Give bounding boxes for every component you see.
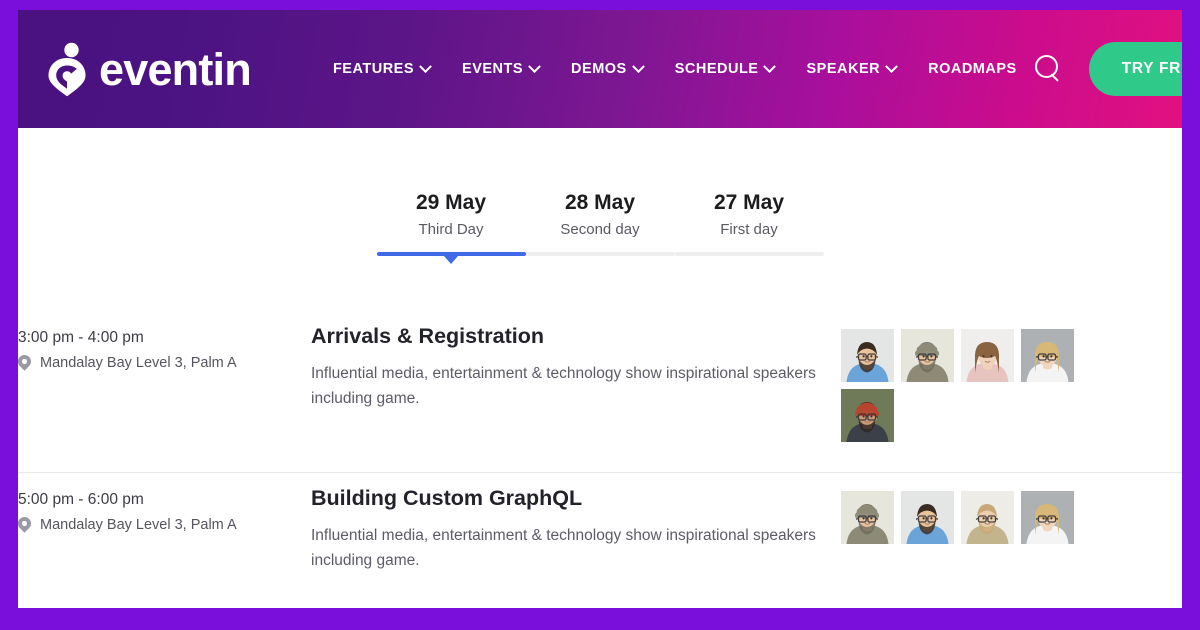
schedule-description: Influential media, entertainment & techn… <box>311 527 816 569</box>
schedule-list: 3:00 pm - 4:00 pm Mandalay Bay Level 3, … <box>18 311 1182 603</box>
brand-name: eventin <box>99 43 252 95</box>
search-icon[interactable] <box>1033 54 1063 84</box>
chevron-down-icon <box>763 59 777 73</box>
speaker-avatar-1[interactable] <box>841 491 894 545</box>
speaker-avatar-3[interactable] <box>961 491 1014 545</box>
schedule-speakers <box>841 484 1087 545</box>
schedule-row[interactable]: 5:00 pm - 6:00 pm Mandalay Bay Level 3, … <box>18 473 1182 603</box>
schedule-row[interactable]: 3:00 pm - 4:00 pm Mandalay Bay Level 3, … <box>18 311 1182 474</box>
tab-date: 29 May <box>415 191 487 214</box>
nav-item-roadmaps[interactable]: ROADMAPS <box>912 51 1033 87</box>
schedule-content: Building Custom GraphQL Influential medi… <box>293 484 841 573</box>
try-free-button[interactable]: TRY FREE <box>1088 42 1182 96</box>
schedule-title[interactable]: Building Custom GraphQL <box>311 485 841 513</box>
schedule-time-column: 5:00 pm - 6:00 pm Mandalay Bay Level 3, … <box>18 484 293 536</box>
tab-day-1[interactable]: 29 May Third Day <box>376 190 526 257</box>
speaker-avatar-2[interactable] <box>901 491 954 545</box>
schedule-time: 5:00 pm - 6:00 pm <box>18 491 144 509</box>
tab-day-3[interactable]: 27 May First day <box>674 190 824 257</box>
tab-date: 28 May <box>564 191 636 214</box>
schedule-venue-text: Mandalay Bay Level 3, Palm A <box>40 517 237 534</box>
location-pin-check-logo-icon <box>46 41 90 97</box>
schedule-speakers <box>841 322 1087 443</box>
map-pin-icon <box>18 517 31 534</box>
tab-label: First day <box>720 220 778 238</box>
chevron-down-icon <box>885 59 898 73</box>
tab-day-2[interactable]: 28 May Second day <box>525 190 675 257</box>
schedule-day-tabs: 29 May Third Day 28 May Second day 27 Ma… <box>18 128 1182 257</box>
chevron-down-icon <box>419 59 432 73</box>
nav-label: SPEAKER <box>806 61 881 77</box>
nav-item-events[interactable]: EVENTS <box>446 51 555 87</box>
tab-label: Second day <box>560 220 640 238</box>
speaker-avatar-4[interactable] <box>1021 491 1074 545</box>
tab-indicator <box>525 252 675 257</box>
schedule-title[interactable]: Arrivals & Registration <box>311 323 841 351</box>
schedule-venue-text: Mandalay Bay Level 3, Palm A <box>40 355 237 372</box>
nav-label: ROADMAPS <box>928 61 1017 77</box>
try-free-label: TRY FREE <box>1121 60 1182 77</box>
tab-label: Third Day <box>418 220 484 238</box>
header-actions: TRY FREE <box>1033 42 1182 96</box>
tab-indicator <box>376 252 526 257</box>
nav-item-schedule[interactable]: SCHEDULE <box>659 51 791 87</box>
map-pin-icon <box>18 355 31 372</box>
nav-label: EVENTS <box>462 61 524 77</box>
nav-item-demos[interactable]: DEMOS <box>555 51 659 87</box>
site-header: eventin FEATURES EVENTS DEMOS SCHEDULE S… <box>18 10 1182 128</box>
speaker-avatar-5[interactable] <box>841 389 894 443</box>
brand-logo[interactable]: eventin <box>46 41 252 97</box>
schedule-description: Influential media, entertainment & techn… <box>311 365 816 407</box>
nav-item-speaker[interactable]: SPEAKER <box>790 51 912 87</box>
schedule-content: Arrivals & Registration Influential medi… <box>293 322 841 411</box>
speaker-avatar-3[interactable] <box>961 329 1014 383</box>
speaker-avatar-1[interactable] <box>841 329 894 383</box>
speaker-avatar-2[interactable] <box>901 329 954 383</box>
schedule-venue: Mandalay Bay Level 3, Palm A <box>18 515 293 535</box>
page-frame: eventin FEATURES EVENTS DEMOS SCHEDULE S… <box>18 10 1182 608</box>
tab-date: 27 May <box>713 191 785 214</box>
main-navigation: FEATURES EVENTS DEMOS SCHEDULE SPEAKER R… <box>317 51 1033 87</box>
chevron-down-icon <box>631 59 645 73</box>
nav-label: SCHEDULE <box>674 61 759 77</box>
speaker-avatar-4[interactable] <box>1021 329 1074 383</box>
nav-item-features[interactable]: FEATURES <box>317 51 446 87</box>
tab-indicator <box>674 252 824 257</box>
schedule-time-column: 3:00 pm - 4:00 pm Mandalay Bay Level 3, … <box>18 322 293 374</box>
schedule-time: 3:00 pm - 4:00 pm <box>18 329 144 347</box>
nav-label: FEATURES <box>332 61 415 77</box>
schedule-venue: Mandalay Bay Level 3, Palm A <box>18 353 293 373</box>
nav-label: DEMOS <box>571 61 627 77</box>
chevron-down-icon <box>528 59 541 73</box>
